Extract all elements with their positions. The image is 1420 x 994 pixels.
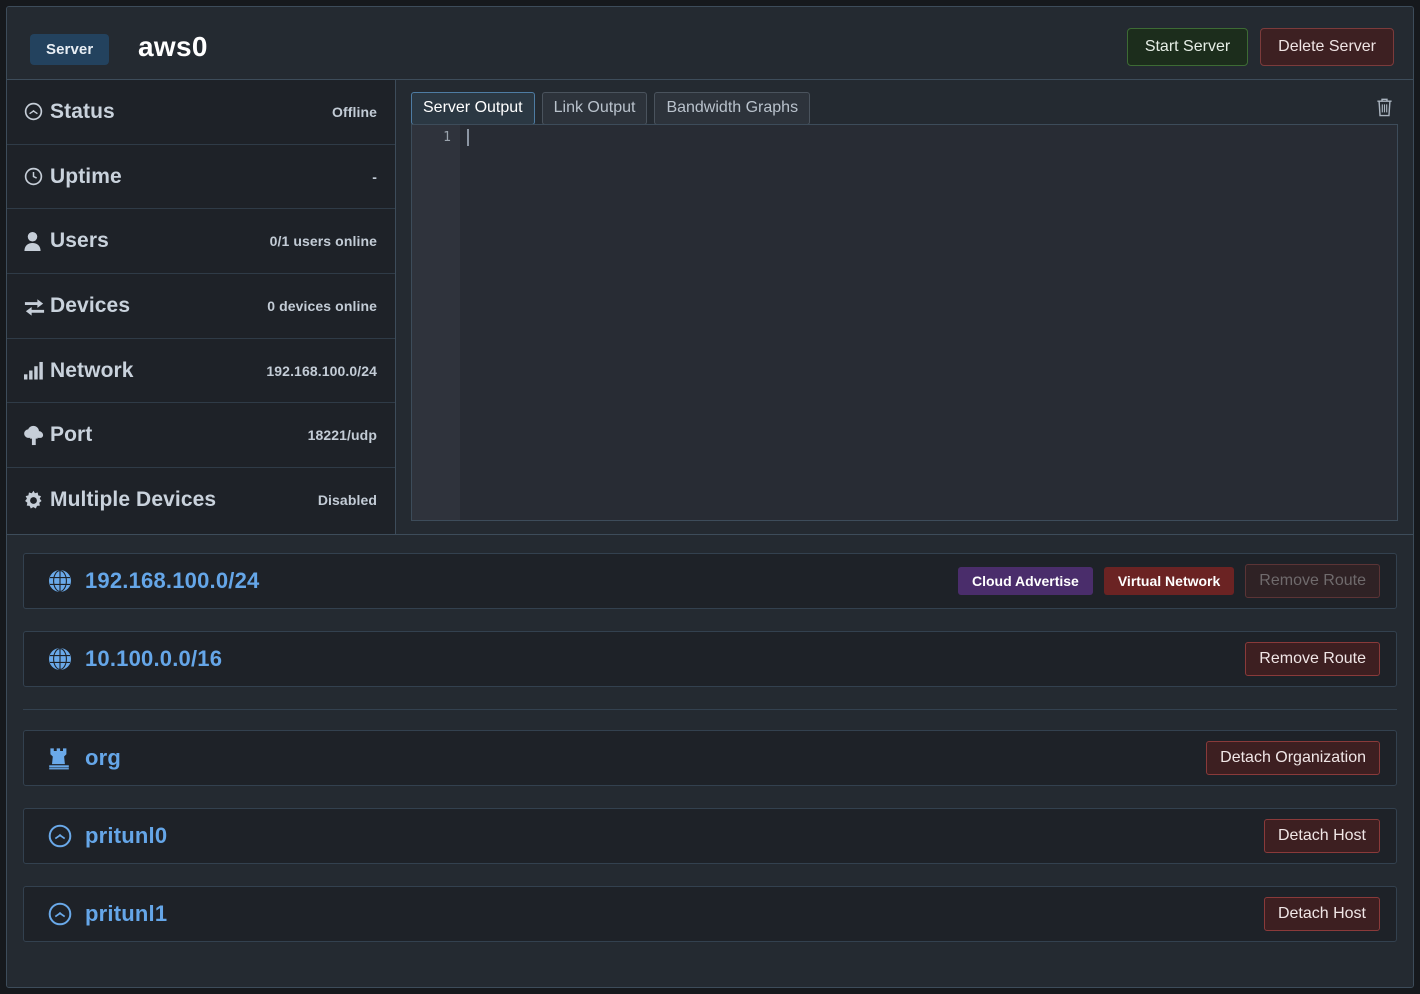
port-value: 18221/udp [307,427,377,444]
delete-server-button[interactable]: Delete Server [1260,28,1394,66]
text-caret [467,129,469,147]
tab-link-output[interactable]: Link Output [541,92,648,125]
host-name[interactable]: pritunl0 [85,823,167,849]
header-actions: Start Server Delete Server [1126,28,1394,66]
status-list: Status Offline Uptime - Users 0/1 users … [7,80,396,534]
status-row-multiple-devices: Multiple Devices Disabled [7,468,395,533]
clock-icon [23,166,49,188]
start-server-button[interactable]: Start Server [1126,28,1249,66]
gutter-line-number: 1 [443,130,451,145]
status-row-users: Users 0/1 users online [7,209,395,275]
gauge-icon [48,824,76,848]
exchange-icon [23,295,49,317]
hosts-list: pritunl0 Detach Host pritunl1 Detach Hos… [23,808,1397,942]
virtual-network-badge[interactable]: Virtual Network [1103,567,1235,595]
chess-rook-icon [48,746,76,770]
tab-server-output[interactable]: Server Output [411,92,535,125]
server-output-editor[interactable]: 1 [411,124,1398,521]
page-title: aws0 [138,31,208,62]
detach-host-button[interactable]: Detach Host [1263,897,1380,931]
route-actions: Cloud Advertise Virtual Network Remove R… [958,564,1380,598]
globe-icon [48,647,76,671]
organization-actions: Detach Organization [1206,741,1380,775]
gear-icon [23,489,49,511]
organization-row: org Detach Organization [23,730,1397,786]
detach-host-button[interactable]: Detach Host [1263,819,1380,853]
signal-bars-icon [23,360,49,382]
remove-route-button: Remove Route [1245,564,1380,598]
user-icon [23,230,49,252]
tab-bandwidth-graphs[interactable]: Bandwidth Graphs [654,92,811,125]
network-value: 192.168.100.0/24 [266,362,377,379]
route-name[interactable]: 10.100.0.0/16 [85,646,222,672]
route-row: 192.168.100.0/24 Cloud Advertise Virtual… [23,553,1397,609]
server-header: Server aws0 Start Server Delete Server [7,7,1413,80]
route-actions: Remove Route [1245,642,1380,676]
section-divider [23,709,1397,710]
port-label: Port [50,423,93,447]
status-row-devices: Devices 0 devices online [7,274,395,339]
host-actions: Detach Host [1263,819,1380,853]
host-row: pritunl0 Detach Host [23,808,1397,864]
editor-gutter: 1 [412,125,460,520]
server-body: Status Offline Uptime - Users 0/1 users … [7,80,1413,535]
devices-value: 0 devices online [267,297,377,314]
globe-icon [48,569,76,593]
status-row-network: Network 192.168.100.0/24 [7,338,395,404]
trash-icon[interactable] [1371,94,1397,120]
multiple-devices-label: Multiple Devices [50,488,217,512]
gauge-icon [48,902,76,926]
users-label: Users [50,229,109,253]
status-row-status: Status Offline [7,80,395,145]
server-card: Server aws0 Start Server Delete Server S… [6,6,1414,988]
organizations-list: org Detach Organization [23,730,1397,786]
network-label: Network [50,358,134,382]
detach-organization-button[interactable]: Detach Organization [1206,741,1380,775]
routes-list: 192.168.100.0/24 Cloud Advertise Virtual… [23,553,1397,687]
uptime-value: - [372,168,377,185]
editor-content[interactable] [460,125,1397,520]
cloud-advertise-badge[interactable]: Cloud Advertise [958,567,1093,595]
host-actions: Detach Host [1263,897,1380,931]
server-type-badge: Server [30,34,110,65]
host-name[interactable]: pritunl1 [85,901,167,927]
gauge-icon [23,101,49,123]
host-row: pritunl1 Detach Host [23,886,1397,942]
organization-name[interactable]: org [85,745,121,771]
status-row-port: Port 18221/udp [7,403,395,469]
output-tabs: Server Output Link Output Bandwidth Grap… [411,92,1398,125]
uptime-label: Uptime [50,164,122,188]
status-row-uptime: Uptime - [7,144,395,210]
status-label: Status [50,99,115,123]
route-row: 10.100.0.0/16 Remove Route [23,631,1397,687]
remove-route-button[interactable]: Remove Route [1245,642,1380,676]
cloud-upload-icon [23,424,49,446]
output-pane: Server Output Link Output Bandwidth Grap… [396,80,1413,534]
users-value: 0/1 users online [269,233,377,250]
route-name[interactable]: 192.168.100.0/24 [85,568,259,594]
multiple-devices-value: Disabled [317,492,377,509]
devices-label: Devices [50,293,131,317]
status-value: Offline [331,103,377,120]
attachments-section: 192.168.100.0/24 Cloud Advertise Virtual… [7,535,1413,987]
